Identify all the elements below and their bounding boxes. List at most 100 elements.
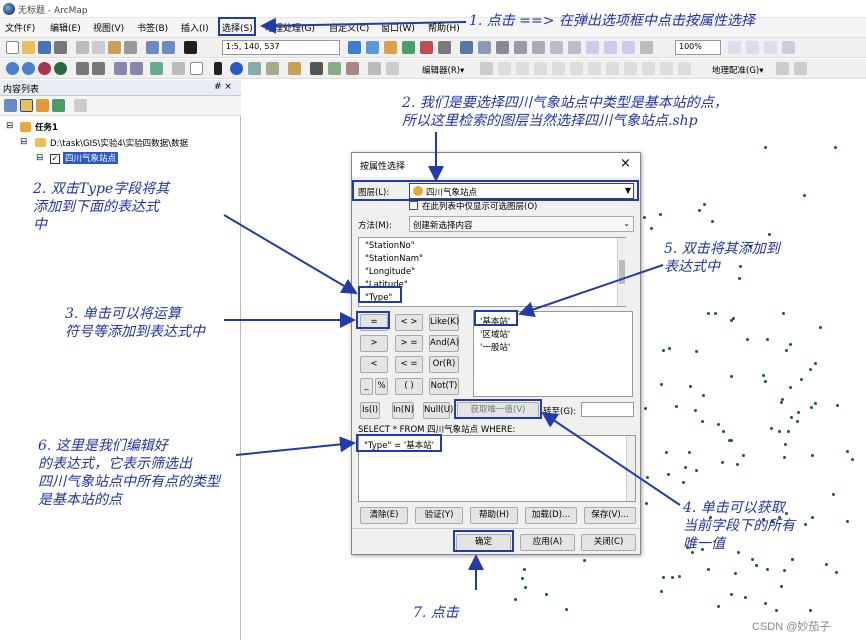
delete-icon[interactable] [124,41,137,54]
find-icon[interactable] [310,62,323,75]
undo-icon[interactable] [146,41,159,54]
hyperlink-icon[interactable] [266,62,279,75]
straight-segment-icon[interactable] [516,62,529,75]
only-selectable-checkbox[interactable] [409,201,418,210]
menu-window[interactable]: 窗口(W) [381,21,415,34]
op-underscore-button[interactable]: _ [360,378,373,395]
task-expander[interactable]: ⊟ [6,121,13,131]
full-page-icon[interactable] [532,41,545,54]
attributes-icon[interactable] [588,62,601,75]
toc-pin-close[interactable]: # × [214,82,232,92]
menu-file[interactable]: 文件(F) [5,21,35,34]
clear-button[interactable]: 清除(E) [360,507,408,524]
value-item[interactable]: '一般站' [480,341,510,353]
load-button[interactable]: 加载(D)... [525,507,577,524]
list-by-selection-icon[interactable] [52,99,65,112]
cut-icon[interactable] [76,41,89,54]
op-parentheses-button[interactable]: ( ) [395,378,423,395]
goto-xy-icon[interactable] [346,62,359,75]
map-scale-combo[interactable]: 1:5, 140, 537 [222,40,340,55]
sketch-properties-icon[interactable] [606,62,619,75]
python-window-icon[interactable] [438,41,451,54]
op-null-button[interactable]: Null(U) [423,402,453,419]
zoom-layout-icon[interactable] [496,41,509,54]
field-item[interactable]: "StationNo" [365,241,415,251]
cut-polygon-icon[interactable] [678,62,691,75]
method-dropdown[interactable]: 创建新选择内容 ⌄ [409,216,634,232]
op-like-button[interactable]: Like(K) [429,314,459,331]
viewer-window-icon[interactable] [386,62,399,75]
field-item[interactable]: "StationNam" [365,254,423,264]
vertex-icon[interactable] [534,62,547,75]
layout-page-icon[interactable] [728,41,741,54]
layer-sichuan-stations[interactable]: 四川气象站点 [63,152,119,164]
toc-window-icon[interactable] [366,41,379,54]
list-by-source-icon[interactable] [20,99,33,112]
data-driven-pages-icon[interactable] [640,41,653,54]
georeferencing-menu[interactable]: 地理配准(G)▾ [712,64,764,76]
menu-customize[interactable]: 自定义(C) [329,21,369,34]
toggle-draft-icon[interactable] [586,41,599,54]
layer-expander[interactable]: ⊟ [36,153,43,163]
folder-expander[interactable]: ⊟ [20,137,27,147]
layout-page2-icon[interactable] [746,41,759,54]
toc-options-icon[interactable] [74,99,87,112]
catalog-window-icon[interactable] [384,41,397,54]
layout-page3-icon[interactable] [764,41,777,54]
menu-insert[interactable]: 插入(I) [181,21,209,34]
op-or-button[interactable]: Or(R) [429,356,459,373]
print-icon[interactable] [54,41,67,54]
editor-toolbar-icon[interactable] [348,41,361,54]
copy-icon[interactable] [92,41,105,54]
save-icon[interactable] [38,41,51,54]
layout-zoom-combo[interactable]: 100% [675,40,721,55]
focus-frame-icon[interactable] [604,41,617,54]
clear-selection-icon[interactable] [172,62,185,75]
op-and-button[interactable]: And(A) [429,335,459,352]
list-by-drawing-order-icon[interactable] [4,99,17,112]
georef-tool2-icon[interactable] [794,62,807,75]
apply-button[interactable]: 应用(A) [520,534,575,551]
find-route-icon[interactable] [328,62,341,75]
menu-bookmarks[interactable]: 书签(B) [137,21,168,34]
edit-annotation-icon[interactable] [498,62,511,75]
fixed-zoom-out-icon[interactable] [92,62,105,75]
op-greater-equal-button[interactable]: > = [395,335,423,352]
op-percent-button[interactable]: % [375,378,388,395]
snap-icon[interactable] [642,62,655,75]
layout-page4-icon[interactable] [782,41,795,54]
op-less-button[interactable]: < [360,356,388,373]
redo-icon[interactable] [162,41,175,54]
menu-view[interactable]: 视图(V) [93,21,124,34]
layout-tool-icon[interactable] [460,41,473,54]
zoom-in-icon[interactable] [6,62,19,75]
verify-button[interactable]: 验证(Y) [415,507,463,524]
op-greater-button[interactable]: > [360,335,388,352]
editor-menu[interactable]: 编辑器(R)▾ [422,64,464,76]
op-not-button[interactable]: Not(T) [429,378,459,395]
op-less-equal-button[interactable]: < = [395,356,423,373]
zoom-out-icon[interactable] [22,62,35,75]
expression-scrollbar[interactable] [626,436,635,501]
goto-input[interactable] [581,402,634,417]
list-by-visibility-icon[interactable] [36,99,49,112]
rotate-icon[interactable] [570,62,583,75]
reshape-icon[interactable] [660,62,673,75]
open-icon[interactable] [22,41,35,54]
go-forward-icon[interactable] [130,62,143,75]
select-features-icon[interactable] [150,62,163,75]
save-button[interactable]: 保存(V)... [584,507,636,524]
fields-scroll-thumb[interactable] [619,260,625,284]
menu-geoprocessing[interactable]: 地理处理(G) [265,21,315,34]
html-popup-icon[interactable] [248,62,261,75]
measure-icon[interactable] [288,62,301,75]
split-icon[interactable] [552,62,565,75]
arctoolbox-icon[interactable] [420,41,433,54]
previous-extent-icon[interactable] [550,41,563,54]
layer-visibility-checkbox[interactable]: ✓ [50,154,60,164]
go-back-icon[interactable] [114,62,127,75]
select-elements-icon[interactable] [190,62,203,75]
help-button[interactable]: 帮助(H) [470,507,518,524]
edit-tool-icon[interactable] [480,62,493,75]
menu-edit[interactable]: 编辑(E) [50,21,81,34]
